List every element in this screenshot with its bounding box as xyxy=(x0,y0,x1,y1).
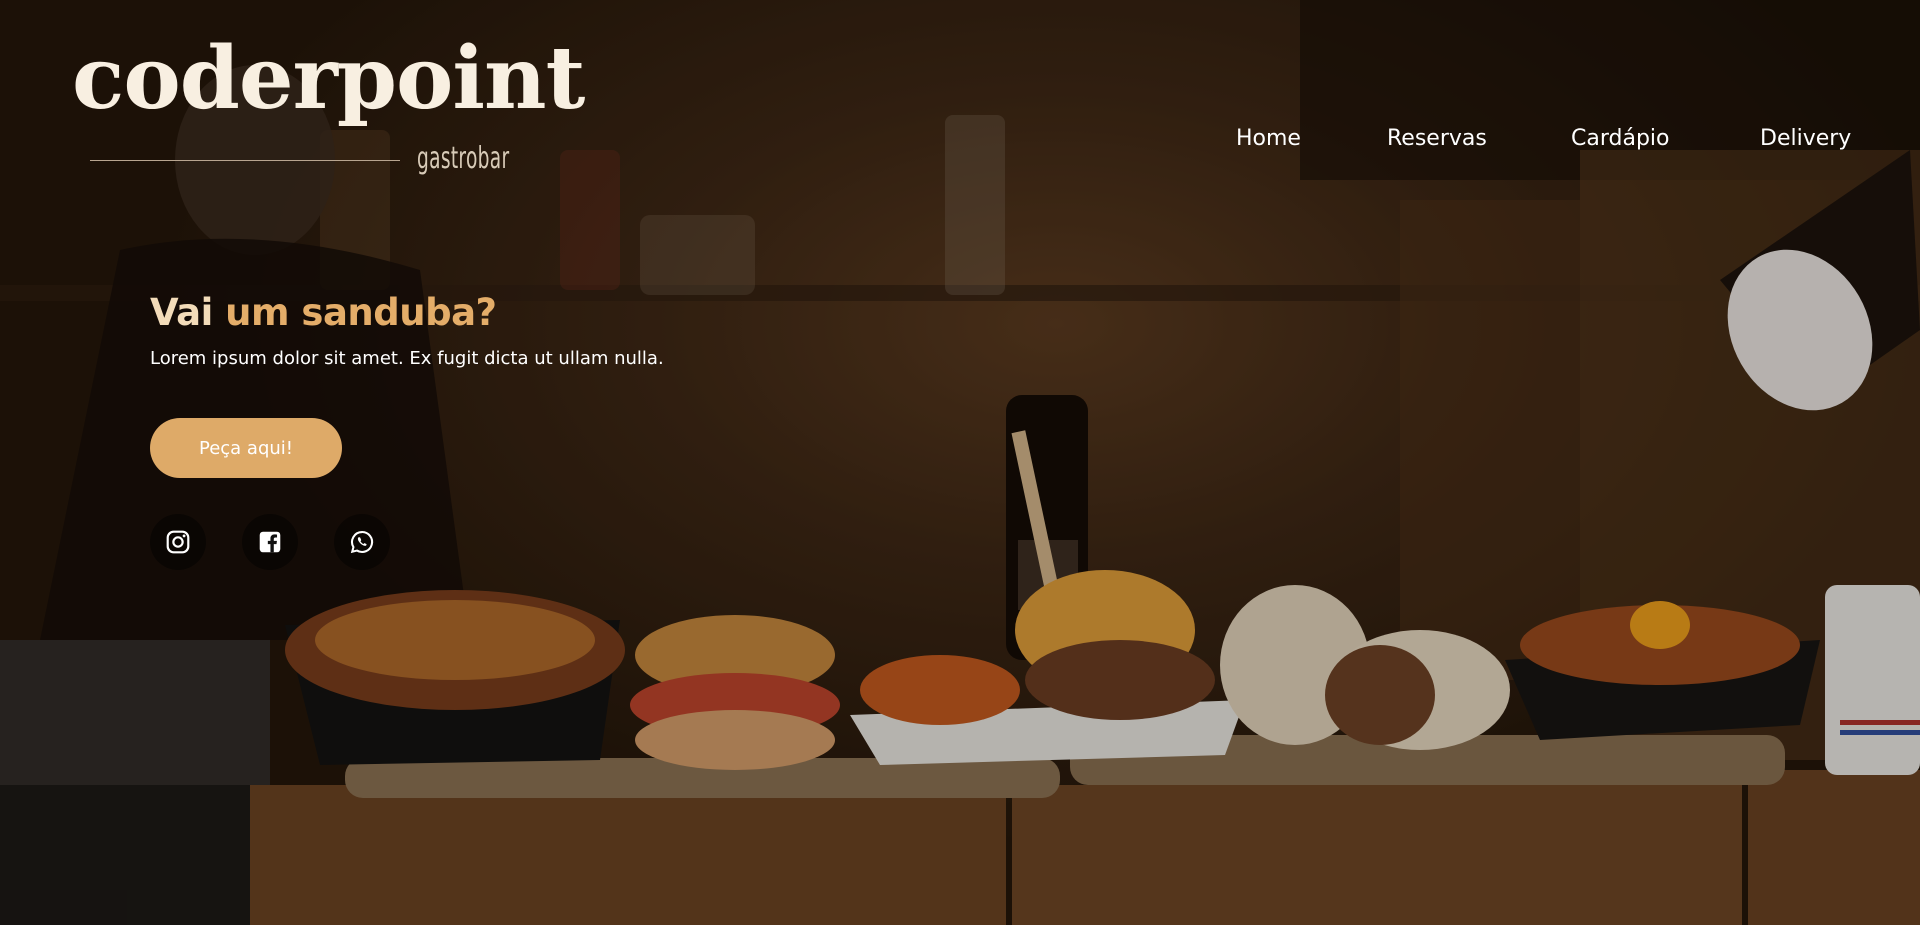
hero-description: Lorem ipsum dolor sit amet. Ex fugit dic… xyxy=(150,348,664,369)
nav-item-delivery[interactable]: Delivery xyxy=(1760,126,1851,151)
hero-section: coderpoint gastrobar Home Reservas Cardá… xyxy=(0,0,1920,925)
instagram-icon xyxy=(166,530,190,554)
headline-part-1: Vai xyxy=(150,291,213,334)
whatsapp-icon xyxy=(350,531,374,554)
headline-part-2: um sanduba? xyxy=(225,291,497,334)
logo-tagline: gastrobar xyxy=(417,141,510,176)
nav-item-home[interactable]: Home xyxy=(1236,126,1301,151)
nav-item-reservas[interactable]: Reservas xyxy=(1387,126,1487,151)
hero-headline: Vai um sanduba? xyxy=(150,291,497,334)
order-button[interactable]: Peça aqui! xyxy=(150,418,342,478)
logo-wordmark: coderpoint xyxy=(72,28,585,129)
brand-logo[interactable]: coderpoint gastrobar xyxy=(72,36,585,186)
instagram-button[interactable] xyxy=(150,514,206,570)
logo-divider xyxy=(90,160,400,161)
facebook-icon xyxy=(259,531,281,553)
main-nav: Home Reservas Cardápio Delivery xyxy=(1236,126,1851,156)
nav-item-cardapio[interactable]: Cardápio xyxy=(1571,126,1669,151)
whatsapp-button[interactable] xyxy=(334,514,390,570)
facebook-button[interactable] xyxy=(242,514,298,570)
